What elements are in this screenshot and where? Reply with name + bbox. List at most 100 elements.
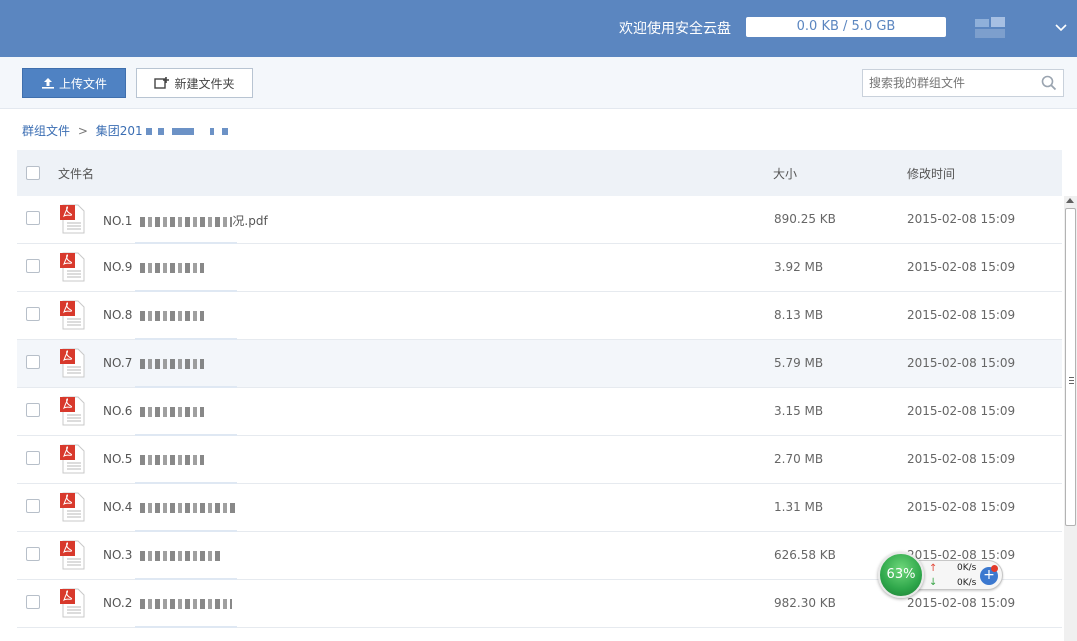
file-row[interactable]: NO.5 2.70 MB 2015-02-08 15:09 bbox=[17, 436, 1062, 484]
file-size: 890.25 KB bbox=[774, 212, 836, 226]
file-name[interactable]: NO.4 bbox=[103, 500, 237, 514]
breadcrumb: 群组文件 > 集团201 bbox=[22, 122, 239, 139]
file-name-prefix: NO.3 bbox=[103, 548, 133, 562]
toolbar: 上传文件 新建文件夹 bbox=[0, 57, 1077, 109]
row-checkbox[interactable] bbox=[26, 451, 40, 465]
file-row[interactable]: NO.8 8.13 MB 2015-02-08 15:09 bbox=[17, 292, 1062, 340]
file-modified-time: 2015-02-08 15:09 bbox=[907, 356, 1016, 370]
pdf-file-icon bbox=[59, 444, 87, 474]
file-name-prefix: NO.2 bbox=[103, 596, 133, 610]
pdf-file-icon bbox=[59, 252, 87, 282]
file-name-prefix: NO.6 bbox=[103, 404, 133, 418]
welcome-text: 欢迎使用安全云盘 bbox=[619, 21, 731, 37]
notification-dot bbox=[991, 565, 998, 572]
upload-button[interactable]: 上传文件 bbox=[22, 68, 126, 98]
table-header: 文件名 大小 修改时间 bbox=[17, 150, 1062, 196]
file-name[interactable]: NO.7 bbox=[103, 356, 205, 370]
file-modified-time: 2015-02-08 15:09 bbox=[907, 596, 1016, 610]
file-size: 2.70 MB bbox=[774, 452, 824, 466]
chevron-down-icon[interactable] bbox=[1052, 18, 1070, 36]
file-name-prefix: NO.5 bbox=[103, 452, 133, 466]
row-checkbox[interactable] bbox=[26, 355, 40, 369]
pdf-file-icon bbox=[59, 588, 87, 618]
redacted-text bbox=[140, 550, 221, 561]
column-size[interactable]: 大小 bbox=[773, 165, 797, 182]
scroll-up-arrow[interactable] bbox=[1066, 198, 1074, 203]
download-speed: 0K/s bbox=[957, 578, 977, 588]
pdf-file-icon bbox=[59, 204, 87, 234]
file-size: 3.92 MB bbox=[774, 260, 824, 274]
pdf-file-icon bbox=[59, 492, 87, 522]
search-input[interactable] bbox=[863, 70, 1033, 96]
redacted-text bbox=[140, 406, 205, 417]
row-checkbox[interactable] bbox=[26, 307, 40, 321]
breadcrumb-current[interactable]: 集团201 bbox=[96, 122, 143, 139]
file-modified-time: 2015-02-08 15:09 bbox=[907, 308, 1016, 322]
file-name-prefix: NO.1 bbox=[103, 214, 133, 228]
download-arrow-icon: ↓ bbox=[929, 577, 938, 588]
redacted-text bbox=[140, 502, 237, 513]
pdf-file-icon bbox=[59, 300, 87, 330]
search-icon[interactable] bbox=[1041, 75, 1057, 94]
file-row[interactable]: NO.1 况.pdf 890.25 KB 2015-02-08 15:09 bbox=[17, 196, 1062, 244]
file-modified-time: 2015-02-08 15:09 bbox=[907, 212, 1016, 226]
breadcrumb-separator: > bbox=[77, 124, 88, 138]
file-name-prefix: NO.8 bbox=[103, 308, 133, 322]
file-row[interactable]: NO.4 1.31 MB 2015-02-08 15:09 bbox=[17, 484, 1062, 532]
file-size: 626.58 KB bbox=[774, 548, 836, 562]
file-modified-time: 2015-02-08 15:09 bbox=[907, 404, 1016, 418]
file-size: 3.15 MB bbox=[774, 404, 824, 418]
file-name[interactable]: NO.6 bbox=[103, 404, 205, 418]
new-folder-icon bbox=[154, 77, 170, 89]
redacted-text bbox=[146, 128, 239, 135]
file-name-prefix: NO.4 bbox=[103, 500, 133, 514]
row-checkbox[interactable] bbox=[26, 211, 40, 225]
storage-quota: 0.0 KB / 5.0 GB bbox=[746, 17, 946, 37]
name-underline bbox=[135, 626, 237, 628]
scroll-thumb[interactable] bbox=[1065, 208, 1076, 526]
search-box bbox=[862, 69, 1064, 97]
select-all-checkbox[interactable] bbox=[26, 166, 40, 180]
network-speed-widget[interactable]: 63% ↑ ↓ 0K/s 0K/s + bbox=[878, 552, 1004, 598]
row-checkbox[interactable] bbox=[26, 403, 40, 417]
redacted-text bbox=[140, 262, 205, 273]
pdf-file-icon bbox=[59, 348, 87, 378]
upload-icon bbox=[41, 78, 54, 89]
new-folder-button[interactable]: 新建文件夹 bbox=[136, 68, 253, 98]
file-name-suffix: 况.pdf bbox=[232, 214, 268, 228]
row-checkbox[interactable] bbox=[26, 595, 40, 609]
file-name[interactable]: NO.5 bbox=[103, 452, 205, 466]
new-folder-button-label: 新建文件夹 bbox=[174, 76, 235, 91]
column-modified[interactable]: 修改时间 bbox=[907, 165, 955, 182]
scrollbar[interactable] bbox=[1064, 196, 1077, 641]
user-avatar[interactable] bbox=[975, 17, 1005, 39]
redacted-text bbox=[140, 358, 205, 369]
file-modified-time: 2015-02-08 15:09 bbox=[907, 452, 1016, 466]
upload-button-label: 上传文件 bbox=[58, 76, 107, 91]
file-size: 5.79 MB bbox=[774, 356, 824, 370]
top-bar: 欢迎使用安全云盘 0.0 KB / 5.0 GB bbox=[0, 0, 1077, 57]
redacted-text bbox=[140, 454, 205, 465]
upload-arrow-icon: ↑ bbox=[929, 563, 938, 574]
file-row[interactable]: NO.7 5.79 MB 2015-02-08 15:09 bbox=[17, 340, 1062, 388]
file-modified-time: 2015-02-08 15:09 bbox=[907, 260, 1016, 274]
file-name[interactable]: NO.9 bbox=[103, 260, 205, 274]
file-row[interactable]: NO.9 3.92 MB 2015-02-08 15:09 bbox=[17, 244, 1062, 292]
pdf-file-icon bbox=[59, 540, 87, 570]
file-name[interactable]: NO.8 bbox=[103, 308, 205, 322]
row-checkbox[interactable] bbox=[26, 259, 40, 273]
file-size: 8.13 MB bbox=[774, 308, 824, 322]
file-name[interactable]: NO.1 况.pdf bbox=[103, 212, 268, 229]
file-name[interactable]: NO.2 bbox=[103, 596, 233, 610]
column-name[interactable]: 文件名 bbox=[58, 165, 94, 182]
file-name-prefix: NO.7 bbox=[103, 356, 133, 370]
speed-percent-ball[interactable]: 63% bbox=[878, 552, 924, 598]
file-modified-time: 2015-02-08 15:09 bbox=[907, 500, 1016, 514]
file-row[interactable]: NO.6 3.15 MB 2015-02-08 15:09 bbox=[17, 388, 1062, 436]
file-name[interactable]: NO.3 bbox=[103, 548, 221, 562]
row-checkbox[interactable] bbox=[26, 499, 40, 513]
row-checkbox[interactable] bbox=[26, 547, 40, 561]
file-size: 982.30 KB bbox=[774, 596, 836, 610]
redacted-text bbox=[140, 598, 233, 609]
breadcrumb-root[interactable]: 群组文件 bbox=[22, 122, 70, 139]
